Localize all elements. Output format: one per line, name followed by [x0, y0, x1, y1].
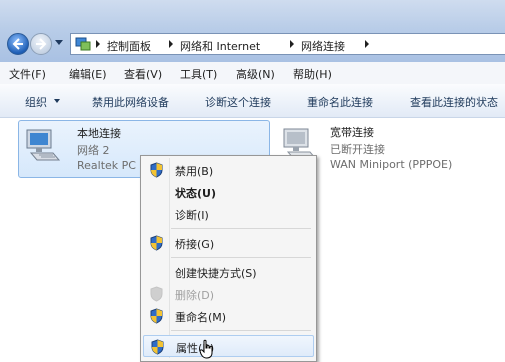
arrow-left-icon: [12, 38, 23, 50]
connection-network: 网络 2: [77, 144, 110, 157]
menu-label: 重命名(M): [175, 311, 227, 324]
menu-file[interactable]: 文件(F): [9, 66, 46, 82]
uac-shield-icon: [151, 339, 164, 355]
menu-item-properties[interactable]: 属性(R): [143, 335, 314, 357]
connection-name: 本地连接: [77, 127, 121, 140]
menu-item-rename[interactable]: 重命名(M): [143, 305, 314, 327]
chevron-down-icon: [54, 99, 60, 103]
menu-label: 禁用(B): [175, 165, 214, 178]
menu-advanced[interactable]: 高级(N): [236, 66, 275, 82]
address-bar[interactable]: 控制面板 网络和 Internet 网络连接: [70, 33, 505, 55]
menu-help[interactable]: 帮助(H): [293, 66, 332, 82]
breadcrumb-control-panel[interactable]: 控制面板: [107, 38, 151, 54]
menu-label: 诊断(I): [175, 209, 209, 222]
control-panel-icon: [75, 37, 91, 51]
menu-label: 删除(D): [175, 289, 215, 302]
hand-cursor-icon: [200, 339, 213, 359]
breadcrumb-separator[interactable]: [169, 40, 173, 48]
recent-pages-dropdown[interactable]: [55, 40, 63, 45]
rename-button[interactable]: 重命名此连接: [307, 94, 373, 110]
connection-device: Realtek PC: [77, 159, 136, 172]
uac-shield-icon: [150, 286, 163, 302]
breadcrumb-separator[interactable]: [365, 40, 369, 48]
disable-device-button[interactable]: 禁用此网络设备: [92, 94, 169, 110]
forward-button[interactable]: [30, 33, 52, 55]
menu-view[interactable]: 查看(V): [124, 66, 162, 82]
menu-separator: [171, 330, 311, 331]
back-button[interactable]: [7, 33, 29, 55]
command-bar: 组织 禁用此网络设备 诊断这个连接 重命名此连接 查看此连接的状态: [0, 84, 505, 118]
diagnose-button[interactable]: 诊断这个连接: [205, 94, 271, 110]
breadcrumb-network-internet[interactable]: 网络和 Internet: [180, 38, 260, 54]
arrow-right-icon: [36, 38, 47, 50]
connection-device: WAN Miniport (PPPOE): [330, 158, 453, 171]
menu-label: 状态(U): [175, 187, 216, 200]
menu-item-diagnose[interactable]: 诊断(I): [143, 203, 314, 225]
menu-edit[interactable]: 编辑(E): [69, 66, 107, 82]
menu-separator: [171, 257, 311, 258]
uac-shield-icon: [150, 308, 163, 324]
view-status-button[interactable]: 查看此连接的状态: [410, 94, 498, 110]
menu-item-delete[interactable]: 删除(D): [143, 283, 314, 305]
connection-status: 已断开连接: [330, 143, 385, 156]
menu-item-bridge[interactable]: 桥接(G): [143, 232, 314, 254]
uac-shield-icon: [150, 235, 163, 251]
menu-item-create-shortcut[interactable]: 创建快捷方式(S): [143, 261, 314, 283]
menu-label: 创建快捷方式(S): [175, 267, 257, 280]
menu-bar: 文件(F) 编辑(E) 查看(V) 工具(T) 高级(N) 帮助(H): [0, 62, 505, 85]
organize-button[interactable]: 组织: [25, 94, 47, 110]
network-adapter-icon: [26, 129, 61, 161]
menu-tools[interactable]: 工具(T): [180, 66, 217, 82]
menu-separator: [171, 228, 311, 229]
breadcrumb-separator[interactable]: [290, 40, 294, 48]
connection-name: 宽带连接: [330, 126, 374, 139]
menu-item-disable[interactable]: 禁用(B): [143, 159, 314, 181]
menu-item-status[interactable]: 状态(U): [143, 181, 314, 203]
breadcrumb-separator[interactable]: [96, 40, 100, 48]
uac-shield-icon: [150, 162, 163, 178]
context-menu: 禁用(B) 状态(U) 诊断(I) 桥接(G) 创建快捷方式(S) 删除(D) …: [140, 155, 317, 362]
menu-label: 桥接(G): [175, 238, 215, 251]
window-titlebar: 控制面板 网络和 Internet 网络连接: [0, 0, 505, 62]
breadcrumb-network-connections[interactable]: 网络连接: [301, 38, 345, 54]
